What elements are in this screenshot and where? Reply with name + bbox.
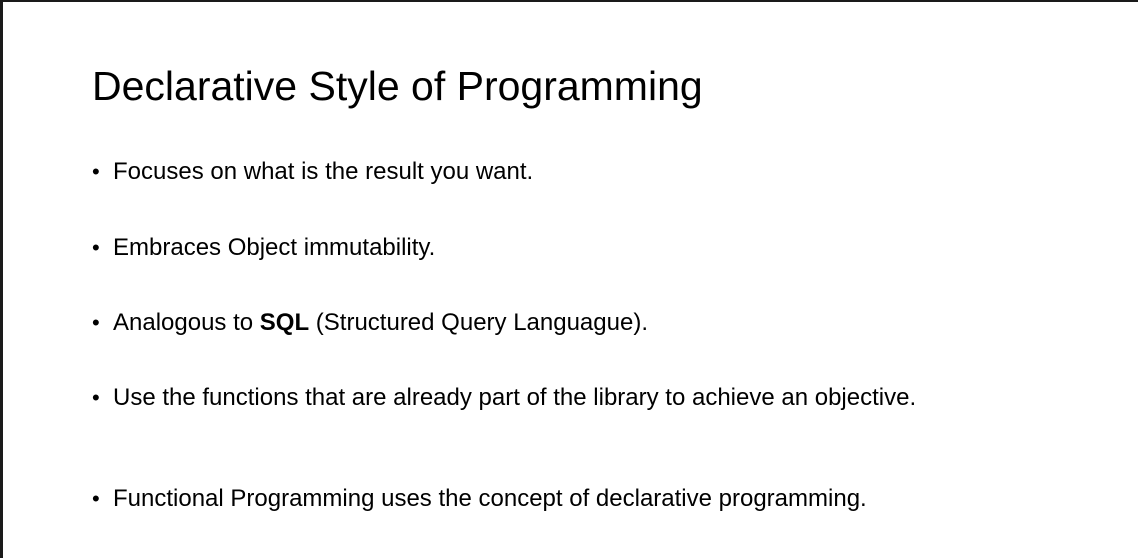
slide-title: Declarative Style of Programming (92, 63, 703, 109)
bullet-item: • Analogous to SQL (Structured Query Lan… (92, 309, 992, 336)
bullet-text: Embraces Object immutability. (113, 234, 436, 261)
bullet-item: • Use the functions that are already par… (92, 384, 992, 411)
bullet-item: • Focuses on what is the result you want… (92, 158, 992, 185)
bullet-icon: • (92, 385, 100, 410)
bullet-item: • Functional Programming uses the concep… (92, 485, 992, 512)
bullet-text-bold-sql: SQL (259, 309, 310, 336)
bullet-text: Focuses on what is the result you want. (113, 158, 534, 185)
bullet-text-suffix: (Structured Query Languague). (309, 309, 648, 336)
bullet-item: • Embraces Object immutability. (92, 234, 992, 261)
slide: Declarative Style of Programming • Focus… (3, 2, 1138, 558)
bullet-text: Use the functions that are already part … (113, 384, 917, 411)
bullet-icon: • (92, 486, 100, 511)
bullet-icon: • (92, 235, 100, 260)
bullet-text: Analogous to SQL (Structured Query Langu… (113, 309, 992, 336)
bullet-icon: • (92, 159, 100, 184)
bullet-icon: • (92, 310, 100, 335)
bullet-text: Functional Programming uses the concept … (113, 485, 867, 512)
bullet-text-prefix: Analogous to (113, 309, 260, 336)
